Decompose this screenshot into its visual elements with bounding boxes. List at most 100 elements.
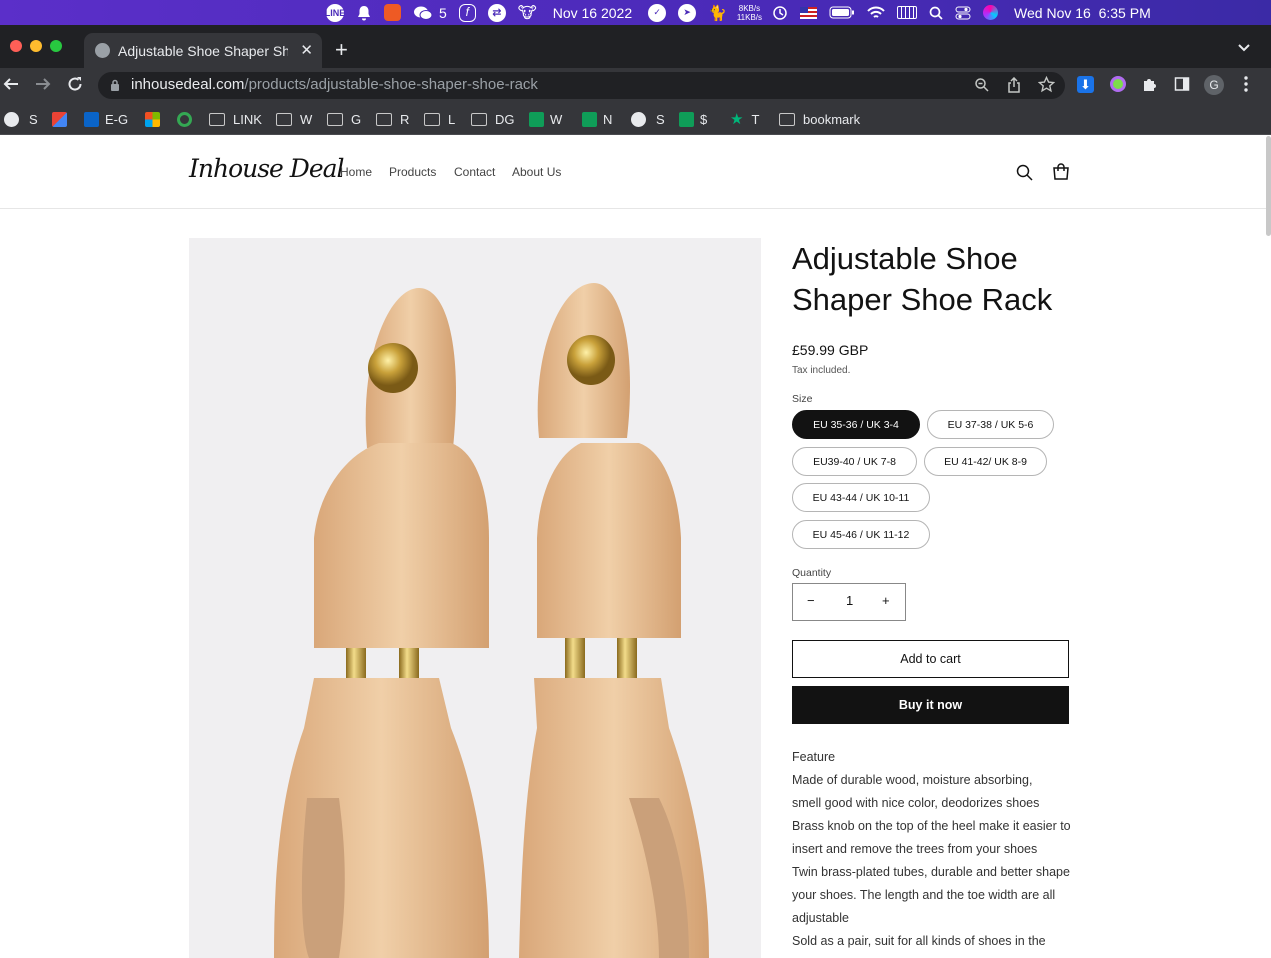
bookmark-s-1[interactable]: S: [4, 110, 38, 128]
time-machine-icon[interactable]: [772, 0, 788, 25]
shoe-tree-photo: [274, 283, 709, 958]
side-panel-icon[interactable]: [1174, 76, 1190, 95]
bookmark-e-g[interactable]: E-G: [84, 110, 128, 128]
browser-menu-icon[interactable]: [1244, 76, 1248, 95]
description-line: Brass knob on the top of the heel make i…: [792, 819, 1071, 856]
bookmark-label: E-G: [105, 111, 129, 127]
extensions-puzzle-icon[interactable]: [1142, 76, 1158, 95]
bookmark-t[interactable]: ★ T: [730, 110, 759, 128]
forward-icon[interactable]: [35, 76, 51, 95]
orange-app-icon[interactable]: [384, 0, 401, 25]
description-heading: Feature: [792, 750, 836, 764]
size-option[interactable]: EU 41-42/ UK 8-9: [924, 447, 1047, 476]
cow-app-icon[interactable]: 🐮: [518, 0, 537, 25]
folder-icon: [276, 112, 292, 126]
share-icon[interactable]: [1007, 76, 1021, 98]
window-zoom-button[interactable]: [50, 40, 62, 52]
window-minimize-button[interactable]: [30, 40, 42, 52]
store-logo[interactable]: Inhouse Deal: [189, 154, 345, 183]
check-app-icon[interactable]: ✓: [648, 0, 667, 25]
quantity-label: Quantity: [792, 567, 832, 579]
cart-icon[interactable]: [1052, 163, 1070, 186]
menubar-clock[interactable]: Wed Nov 16 6:35 PM: [1014, 0, 1151, 25]
close-tab-icon[interactable]: ✕: [300, 41, 313, 59]
nav-about-us[interactable]: About Us: [512, 165, 561, 179]
cat-app-icon[interactable]: 🐈: [708, 0, 727, 25]
bookmark-label: LINK: [233, 111, 262, 127]
folder-icon: [209, 112, 225, 126]
wechat-icon[interactable]: 5: [413, 0, 447, 25]
browser-tab-active[interactable]: Adjustable Shoe Shaper Shoe R ✕: [84, 33, 322, 68]
bookmark-folder-link[interactable]: LINK: [209, 110, 262, 128]
bookmark-label: R: [400, 111, 410, 127]
bookmark-star-icon[interactable]: [1037, 75, 1056, 98]
bookmark-microsoft[interactable]: [145, 110, 166, 128]
back-icon[interactable]: [3, 76, 19, 95]
product-image[interactable]: [189, 238, 761, 958]
color-extension-icon[interactable]: [1110, 76, 1126, 92]
bookmark-label: $: [700, 111, 708, 127]
globe-icon: [631, 111, 646, 127]
bookmark-folder-r[interactable]: R: [376, 110, 409, 128]
quantity-input[interactable]: 1: [846, 593, 853, 608]
bookmark-sheets-w[interactable]: W: [529, 110, 562, 128]
spotlight-search-icon[interactable]: [929, 0, 943, 25]
address-bar[interactable]: inhousedeal.com/products/adjustable-shoe…: [98, 72, 1065, 99]
control-center-icon[interactable]: [955, 0, 971, 25]
bookmark-label: N: [603, 111, 613, 127]
add-to-cart-button[interactable]: Add to cart: [792, 640, 1069, 678]
zoom-icon[interactable]: [974, 77, 990, 98]
buy-now-button[interactable]: Buy it now: [792, 686, 1069, 724]
bookmark-label: S: [29, 111, 38, 127]
network-upload-speed: 8KB/s: [738, 3, 761, 13]
page-scrollbar[interactable]: [1266, 136, 1271, 236]
tab-search-chevron-icon[interactable]: [1238, 40, 1250, 55]
siri-icon[interactable]: [983, 0, 999, 25]
line-app-icon[interactable]: LINE: [325, 0, 345, 25]
globe-icon: [4, 111, 19, 127]
bookmark-gmail[interactable]: [52, 110, 73, 128]
bookmark-sheets-dollar[interactable]: $: [679, 110, 707, 128]
bookmark-folder-g[interactable]: G: [327, 110, 361, 128]
bookmark-folder-dg[interactable]: DG: [471, 110, 515, 128]
folder-icon: [779, 112, 795, 126]
size-option[interactable]: EU 43-44 / UK 10-11: [792, 483, 930, 512]
notification-bell-icon[interactable]: [356, 0, 372, 25]
description-line: Twin brass-plated tubes, durable and bet…: [792, 865, 1070, 925]
nav-contact[interactable]: Contact: [454, 165, 495, 179]
nav-home[interactable]: Home: [340, 165, 372, 179]
url-host: inhousedeal.com: [131, 76, 245, 93]
size-option[interactable]: EU39-40 / UK 7-8: [792, 447, 917, 476]
profile-avatar[interactable]: G: [1204, 75, 1224, 95]
size-option[interactable]: EU 45-46 / UK 11-12: [792, 520, 930, 549]
quantity-decrease-button[interactable]: −: [807, 593, 815, 608]
bookmark-folder-w[interactable]: W: [276, 110, 312, 128]
nav-products[interactable]: Products: [389, 165, 436, 179]
size-option[interactable]: EU 37-38 / UK 5-6: [927, 410, 1054, 439]
wifi-icon[interactable]: [867, 0, 885, 25]
size-option-selected[interactable]: EU 35-36 / UK 3-4: [792, 410, 920, 439]
battery-icon[interactable]: [829, 0, 855, 25]
lock-icon[interactable]: [110, 79, 120, 91]
search-icon[interactable]: [1016, 164, 1033, 186]
bookmark-folder-l[interactable]: L: [424, 110, 455, 128]
new-tab-icon[interactable]: +: [335, 37, 348, 63]
script-app-icon[interactable]: f: [458, 0, 476, 25]
compass-app-icon[interactable]: ➤: [678, 0, 697, 25]
teamviewer-icon[interactable]: ⇄: [487, 0, 506, 25]
memory-icon[interactable]: [897, 0, 918, 25]
menubar-date[interactable]: Nov 16 2022: [553, 0, 632, 25]
bookmark-folder-bookmark[interactable]: bookmark: [779, 110, 860, 128]
bookmark-sheets-n[interactable]: N: [582, 110, 612, 128]
url-text[interactable]: inhousedeal.com/products/adjustable-shoe…: [131, 76, 538, 93]
download-extension-icon[interactable]: ⬇: [1077, 76, 1094, 93]
reload-icon[interactable]: [67, 76, 83, 95]
bookmark-s-2[interactable]: S: [631, 110, 665, 128]
us-flag-icon[interactable]: [800, 0, 818, 25]
quantity-stepper: − 1 +: [792, 583, 906, 621]
bookmarks-bar: S E-G LINK W G R L DG W N S $ ★ T bookmar…: [0, 103, 1271, 135]
window-close-button[interactable]: [10, 40, 22, 52]
quantity-increase-button[interactable]: +: [882, 593, 890, 608]
bookmark-google[interactable]: [177, 110, 198, 128]
google-icon: [177, 111, 192, 127]
